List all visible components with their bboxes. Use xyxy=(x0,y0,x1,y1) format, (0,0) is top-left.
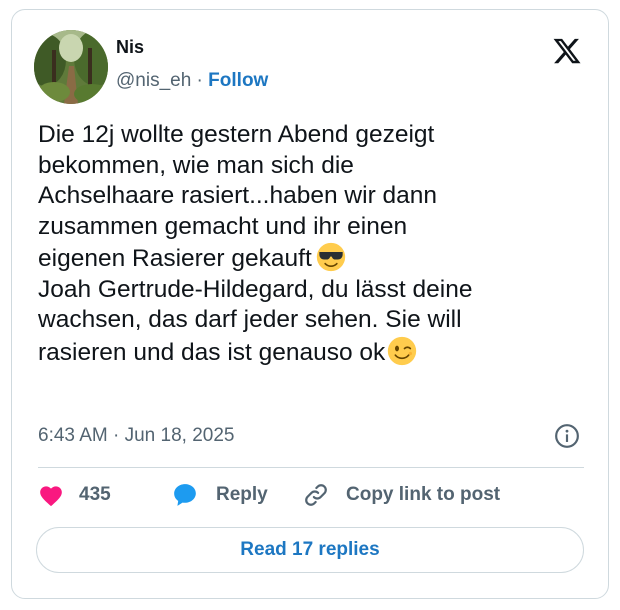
author-handle[interactable]: @nis_eh xyxy=(116,70,191,91)
sunglasses-emoji-icon xyxy=(316,242,345,272)
copy-link-label: Copy link to post xyxy=(346,484,501,505)
author-display-name[interactable]: Nis xyxy=(116,36,144,58)
tweet-line: eigenen Rasierer gekauft xyxy=(38,245,312,272)
tweet-line: Die 12j wollte gestern Abend gezeigt xyxy=(38,121,435,148)
tweet-line: wachsen, das darf jeder sehen. Sie will xyxy=(38,306,462,333)
separator-dot: · xyxy=(191,70,209,91)
tweet-line-with-emoji: eigenen Rasierer gekauft xyxy=(38,242,598,275)
forest-path-avatar-icon xyxy=(34,30,108,104)
tweet-line: rasieren und das ist genauso ok xyxy=(38,338,386,366)
author-meta-line: @nis_eh · Follow xyxy=(116,68,268,94)
read-replies-label: Read 17 replies xyxy=(240,539,380,560)
tweet-line: bekommen, wie man sich die xyxy=(38,151,354,179)
follow-link[interactable]: Follow xyxy=(208,70,268,91)
tweet-line: zusammen gemacht und ihr einen xyxy=(38,212,408,240)
x-logo-icon[interactable] xyxy=(552,36,582,66)
tweet-line-with-emoji: rasieren und das ist genauso ok xyxy=(38,336,598,369)
tweet-line: Joah Gertrude-Hildegard, du lässt deine xyxy=(38,275,473,303)
heart-icon xyxy=(40,486,62,507)
speech-bubble-icon xyxy=(174,484,196,506)
copy-link-button[interactable]: Copy link to post xyxy=(302,480,500,510)
tweet-line: Achselhaare rasiert...haben wir dann xyxy=(38,182,438,209)
link-icon xyxy=(305,484,327,506)
info-icon[interactable] xyxy=(554,423,580,449)
like-count: 435 xyxy=(79,484,111,505)
reply-label: Reply xyxy=(216,484,268,505)
tweet-card: Nis @nis_eh · Follow Die 12j wollte gest… xyxy=(11,9,609,599)
reply-button[interactable]: Reply xyxy=(172,480,268,510)
read-replies-button[interactable]: Read 17 replies xyxy=(36,527,584,573)
tweet-text: Die 12j wollte gestern Abend gezeigt bek… xyxy=(38,120,598,368)
divider xyxy=(38,467,584,468)
like-button[interactable]: 435 xyxy=(38,480,111,510)
avatar[interactable] xyxy=(34,30,108,104)
winking-face-emoji-icon xyxy=(388,336,417,365)
tweet-timestamp[interactable]: 6:43 AM · Jun 18, 2025 xyxy=(38,424,234,448)
